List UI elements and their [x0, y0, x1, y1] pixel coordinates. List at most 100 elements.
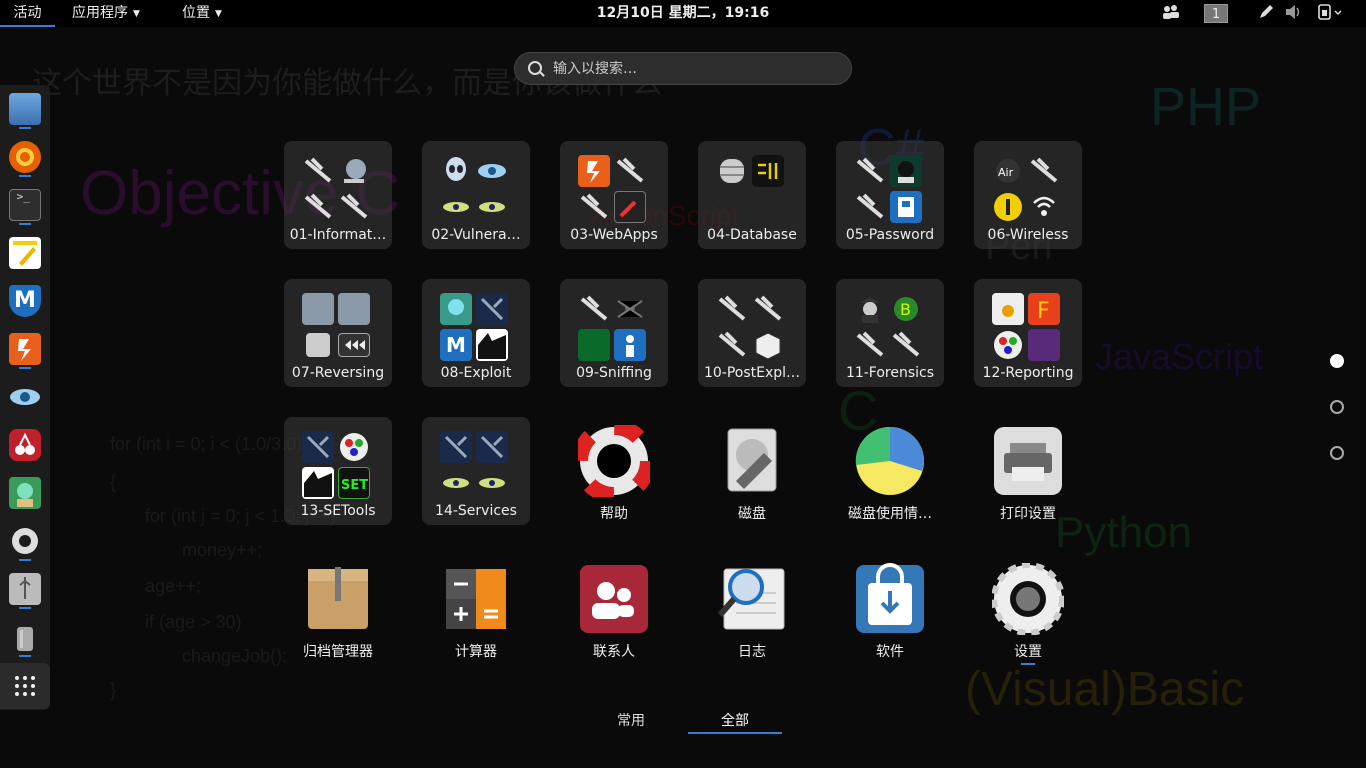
folder-forensics[interactable]: B 11-Forensics [836, 279, 944, 387]
folder-information[interactable]: 01-Informat… [284, 141, 392, 249]
app-help[interactable]: 帮助 [560, 417, 668, 525]
eye-icon [440, 467, 472, 499]
folder-label: 13-SETools [300, 503, 376, 519]
app-label: 联系人 [593, 644, 635, 660]
svg-text:B: B [900, 300, 911, 319]
burpsuite-icon [578, 155, 610, 187]
app-label: 日志 [738, 644, 766, 660]
folder-wireless[interactable]: Air 06-Wireless [974, 141, 1082, 249]
clock-label: 12月10日 星期二，19:16 [596, 5, 770, 21]
terminal-icon[interactable]: >_ [9, 189, 41, 221]
dragon-icon [302, 293, 334, 325]
firefox-icon[interactable] [9, 141, 41, 173]
aircrack-icon: Air [992, 155, 1024, 187]
hacker-icon [890, 155, 922, 187]
folder-label: 07-Reversing [291, 365, 385, 381]
folder-sniffing[interactable]: 09-Sniffing [560, 279, 668, 387]
app-label: 磁盘 [738, 506, 766, 522]
software-bag-icon [856, 563, 924, 633]
folder-label: 10-PostExpl… [703, 365, 801, 381]
svg-text:SET: SET [341, 478, 368, 493]
kali-tool-icon [716, 329, 748, 361]
app-logs[interactable]: 日志 [698, 555, 806, 663]
folder-password[interactable]: 05-Password [836, 141, 944, 249]
monitor-icon [578, 329, 610, 361]
metasploit-icon[interactable]: M [9, 285, 41, 317]
wallpaper-code: } [110, 680, 117, 700]
pen-icon[interactable] [1256, 4, 1276, 23]
app-settings[interactable]: 设置 [974, 555, 1082, 665]
app-print-settings[interactable]: 打印设置 [974, 417, 1082, 525]
page-dot[interactable] [1330, 446, 1344, 460]
kali-tool-icon [578, 293, 610, 325]
page-dot[interactable] [1330, 354, 1344, 368]
search-input[interactable]: 输入以搜索… [553, 53, 637, 86]
folder-postexploit[interactable]: 10-PostExpl… [698, 279, 806, 387]
eye-icon [440, 191, 472, 223]
people-icon[interactable] [1160, 4, 1182, 23]
app-label: 归档管理器 [303, 644, 373, 660]
tab-all[interactable]: 全部 [688, 708, 782, 734]
msf-icon [302, 467, 334, 499]
app-label: 帮助 [600, 506, 628, 522]
tab-frequent[interactable]: 常用 [600, 708, 662, 734]
cherrytree-icon[interactable] [9, 429, 41, 461]
folder-label: 14-Services [435, 503, 517, 519]
files-icon[interactable] [9, 93, 41, 125]
app-disks[interactable]: 磁盘 [698, 417, 806, 525]
hacker-icon [854, 293, 886, 325]
keepnote-icon [1028, 329, 1060, 361]
folder-reversing[interactable]: 07-Reversing [284, 279, 392, 387]
set-icon: SET [338, 467, 370, 499]
folder-webapps[interactable]: 03-WebApps [560, 141, 668, 249]
wallpaper-code: { [110, 472, 117, 492]
svg-text:F: F [1037, 299, 1050, 324]
wallpaper-code: age++; [145, 576, 202, 596]
app-calculator[interactable]: 计算器 [422, 555, 530, 663]
app-label: 磁盘使用情… [848, 506, 932, 522]
text-editor-icon[interactable] [9, 237, 41, 269]
folder-setools[interactable]: SET 13-SETools [284, 417, 392, 525]
show-applications-button[interactable] [0, 663, 50, 709]
folder-services[interactable]: 14-Services [422, 417, 530, 525]
power-icon[interactable] [1314, 4, 1346, 23]
settings-gear-icon [992, 563, 1064, 635]
search-entry[interactable]: 输入以搜索… [514, 52, 852, 85]
app-archive-manager[interactable]: 归档管理器 [284, 555, 392, 663]
page-dot[interactable] [1330, 400, 1344, 414]
usb-installer-icon[interactable] [9, 573, 41, 605]
app-disk-usage[interactable]: 磁盘使用情… [836, 417, 944, 525]
folder-label: 12-Reporting [982, 365, 1074, 381]
folder-label: 11-Forensics [845, 365, 935, 381]
trash-icon[interactable] [9, 621, 41, 653]
log-magnifier-icon [717, 568, 785, 630]
wallpaper-code: money++; [182, 540, 263, 560]
keys-icon [890, 191, 922, 223]
wallpaper-word: (Visual)Basic [965, 663, 1245, 716]
wallpaper-word: PHP [1150, 77, 1262, 137]
app-contacts[interactable]: 联系人 [560, 555, 668, 663]
kali-tool-icon [302, 191, 334, 223]
dash: >_ M [0, 85, 50, 710]
eye-icon [476, 191, 508, 223]
folder-database[interactable]: 04-Database [698, 141, 806, 249]
zenmap-icon[interactable] [9, 381, 41, 413]
armitage-icon[interactable] [9, 477, 41, 509]
settings-gear-icon[interactable] [9, 525, 41, 557]
folder-reporting[interactable]: F 12-Reporting [974, 279, 1082, 387]
person-icon [614, 329, 646, 361]
faraday-icon: F [1028, 293, 1060, 325]
burpsuite-icon[interactable] [9, 333, 41, 365]
database-icon [716, 155, 748, 187]
wallpaper-word: JavaScript [1095, 336, 1264, 377]
app-software[interactable]: 软件 [836, 555, 944, 663]
kali-tool-icon [716, 293, 748, 325]
volume-icon[interactable] [1283, 4, 1305, 23]
running-indicator [19, 655, 31, 657]
calculator-icon [446, 569, 506, 629]
kali-tool-icon [890, 329, 922, 361]
sqlmap-icon [752, 155, 784, 187]
folder-exploit[interactable]: M 08-Exploit [422, 279, 530, 387]
folder-vulnerability[interactable]: 02-Vulnera… [422, 141, 530, 249]
workspace-indicator[interactable]: 1 [1204, 4, 1228, 23]
